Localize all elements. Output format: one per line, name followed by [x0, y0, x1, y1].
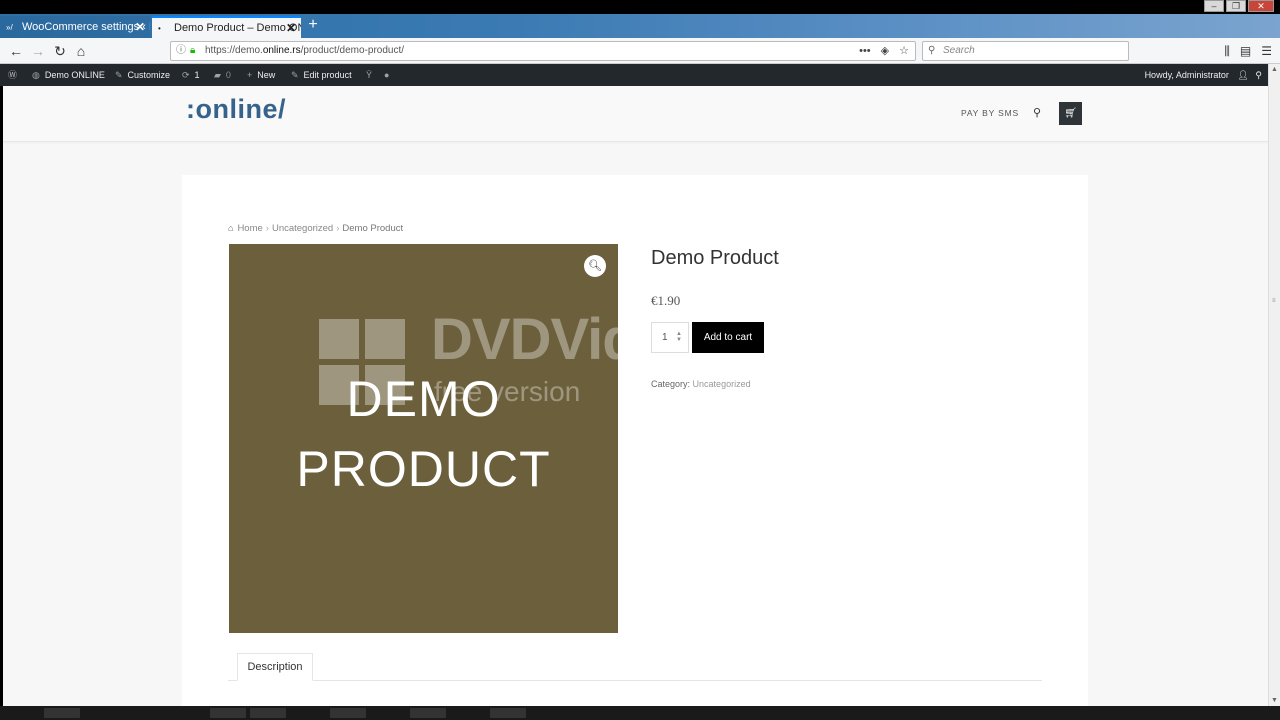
taskbar-item[interactable] [490, 708, 526, 718]
scroll-thumb[interactable]: ≡ [1272, 298, 1278, 304]
lock-icon: 🔒︎ [190, 45, 196, 56]
plus-icon: + [247, 70, 253, 80]
stepper-arrows-icon[interactable]: ▲ ▼ [676, 331, 682, 343]
maximize-button[interactable]: ❐ [1226, 0, 1246, 12]
product-price: €1.90 [651, 293, 681, 308]
wordpress-logo-icon[interactable]: Ⓦ [8, 64, 22, 86]
menu-pay-by-sms[interactable]: PAY BY SMS [961, 108, 1019, 118]
reload-icon[interactable]: ↻ [50, 41, 70, 61]
search-icon: ⚲ [928, 45, 936, 56]
admin-site-name[interactable]: ◍ Demo ONLINE [32, 64, 105, 86]
updates-icon: ⟳ [182, 70, 190, 80]
user-avatar-icon: 👤︎ [1237, 70, 1249, 80]
browser-navbar: ← → ↻ ⌂ ⓘ 🔒︎ https://demo.online.rs/prod… [0, 38, 1280, 64]
product-image[interactable]: DVDVid free version DEMO PRODUCT 🔍︎ [229, 244, 618, 633]
search-input[interactable]: ⚲ Search [922, 41, 1129, 61]
admin-account[interactable]: Howdy, Administrator 👤︎ ⚲ [1145, 64, 1262, 86]
forward-arrow-icon[interactable]: → [28, 41, 48, 61]
tab-title: WooCommerce settings ‹ Demo [22, 21, 150, 33]
screen: »/ WooCommerce settings ‹ Demo ✕ • Demo Pr… [0, 0, 1280, 720]
breadcrumb-home[interactable]: Home [237, 223, 262, 234]
product-title: Demo Product [651, 247, 779, 269]
site-dot-icon: • [158, 24, 161, 33]
scroll-down-icon[interactable]: ▼ [1271, 697, 1278, 704]
tab-demo-product[interactable]: • Demo Product – Demo ONLINE ✕ [152, 16, 301, 38]
home-icon[interactable]: ⌂ [71, 41, 91, 61]
admin-comments[interactable]: ▰ 0 [214, 64, 231, 86]
tab-woocommerce-settings[interactable]: »/ WooCommerce settings ‹ Demo ✕ [0, 16, 150, 38]
zoom-icon[interactable]: 🔍︎ [584, 255, 606, 277]
browser-tab-strip: »/ WooCommerce settings ‹ Demo ✕ • Demo Pr… [0, 14, 1280, 38]
close-icon[interactable]: ✕ [286, 18, 296, 38]
bookmark-star-icon[interactable]: ☆ [899, 42, 909, 60]
admin-customize[interactable]: ✎ Customize [115, 64, 170, 86]
category-link[interactable]: Uncategorized [693, 379, 751, 389]
quantity-stepper[interactable]: 1 ▲ ▼ [651, 322, 689, 353]
window-controls: – ❐ ✕ [1204, 0, 1274, 14]
admin-updates[interactable]: ⟳ 1 [182, 64, 200, 86]
image-text-line2: PRODUCT [296, 441, 551, 497]
page-actions-icon[interactable]: ••• [859, 42, 871, 60]
taskbar-item[interactable] [44, 708, 80, 718]
add-to-cart-button[interactable]: Add to cart [692, 322, 764, 353]
cart-icon[interactable]: 🛒︎ [1059, 102, 1082, 125]
search-placeholder: Search [943, 45, 975, 56]
new-tab-button[interactable]: + [305, 14, 321, 38]
menu-icon[interactable]: ☰ [1261, 41, 1272, 61]
product-category: Category: Uncategorized [651, 379, 751, 389]
tabs-divider [228, 680, 1042, 681]
admin-edit-product[interactable]: ✎ Edit product [291, 64, 352, 86]
image-text-line1: DEMO [346, 371, 501, 427]
close-icon[interactable]: ✕ [135, 16, 145, 38]
window-close-button[interactable]: ✕ [1248, 0, 1274, 12]
header-search-icon[interactable]: ⚲ [1033, 106, 1041, 119]
dashboard-icon: ◍ [32, 70, 40, 80]
breadcrumb: ⌂ Home › Uncategorized › Demo Product [228, 223, 404, 234]
product-content: ⌂ Home › Uncategorized › Demo Product DVDVid … [182, 175, 1088, 706]
page-scrollbar[interactable]: ▲ ≡ ▼ [1268, 64, 1280, 706]
status-dot-icon: ● [384, 70, 390, 80]
comment-icon: ▰ [214, 70, 221, 80]
info-icon[interactable]: ⓘ [176, 42, 186, 60]
woo-icon: »/ [6, 23, 13, 32]
taskbar-item[interactable] [250, 708, 286, 718]
yoast-icon[interactable]: Ÿ [366, 64, 377, 86]
url-text: https://demo.online.rs/product/demo-prod… [205, 45, 405, 56]
site-header: :online/ PAY BY SMS ⚲ 🛒︎ [3, 86, 1268, 142]
sidebar-icon[interactable]: ▤ [1240, 41, 1251, 61]
site-logo[interactable]: :online/ [186, 94, 286, 125]
watermark-text: DVDVid [431, 307, 618, 372]
tab-description[interactable]: Description [237, 653, 313, 681]
home-icon: ⌂ [228, 223, 234, 233]
address-bar[interactable]: ⓘ 🔒︎ https://demo.online.rs/product/demo… [170, 41, 916, 61]
product-summary: Demo Product €1.90 1 ▲ ▼ Add to cart Cate… [651, 247, 1051, 389]
breadcrumb-category[interactable]: Uncategorized [272, 223, 333, 234]
taskbar-item[interactable] [410, 708, 446, 718]
breadcrumb-current: Demo Product [342, 223, 404, 234]
pocket-icon[interactable]: ◈ [881, 42, 889, 60]
brush-icon: ✎ [115, 70, 123, 80]
library-icon[interactable]: ⫼ [1224, 41, 1230, 61]
taskbar-item[interactable] [330, 708, 366, 718]
tab-title: Demo Product – Demo ONLINE [174, 22, 301, 34]
back-arrow-icon[interactable]: ← [6, 41, 26, 61]
wp-admin-bar: Ⓦ ◍ Demo ONLINE ✎ Customize ⟳ 1 ▰ 0 + New ✎ Ed… [0, 64, 1268, 86]
admin-search-icon[interactable]: ⚲ [1255, 70, 1262, 80]
web-page: :online/ PAY BY SMS ⚲ 🛒︎ ⌂ Home › Uncategor… [3, 86, 1268, 706]
scroll-up-icon[interactable]: ▲ [1271, 66, 1278, 73]
minimize-button[interactable]: – [1204, 0, 1224, 12]
taskbar-item[interactable] [210, 708, 246, 718]
admin-new[interactable]: + New [247, 64, 275, 86]
os-taskbar [0, 706, 1280, 720]
pencil-icon: ✎ [291, 70, 299, 80]
